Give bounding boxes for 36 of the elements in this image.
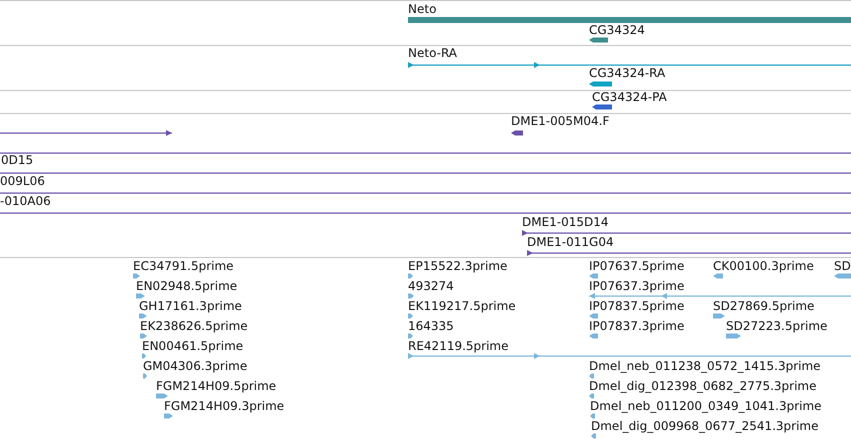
feature-label: 009L06 [0,175,45,188]
feature-label: IP07837.3prime [589,320,684,333]
feature-label: IP07637.3prime [589,280,684,293]
feature-label: DME1-015D14 [522,216,609,229]
feature-label: FGM214H09.5prime [156,380,276,393]
feature-label: EK119217.5prime [408,300,516,313]
feature-label: 493274 [408,280,454,293]
feature-label: SD [834,260,851,273]
feature-label: Dmel_dig_009968_0677_2541.3prime [591,420,819,433]
feature-label: DME1-011G04 [527,236,614,249]
feature-label: CK00100.3prime [713,260,814,273]
feature-label: GH17161.3prime [139,300,242,313]
feature-label: DME1-005M04.F [511,115,610,128]
feature-label: Dmel_neb_011238_0572_1415.3prime [589,360,821,373]
feature-label: 0D15 [1,154,34,167]
feature-label: 164335 [408,320,454,333]
feature-label: FGM214H09.3prime [164,400,284,413]
feature-label: CG34324-PA [592,91,667,104]
feature-label: GM04306.3prime [143,360,248,373]
feature-label: SD27223.5prime [726,320,828,333]
feature-label: CG34324-RA [589,67,666,80]
feature-label: CG34324 [589,24,645,37]
feature-label: EN02948.5prime [136,280,238,293]
feature-label: IP07637.5prime [589,260,684,273]
feature-label: IP07837.5prime [589,300,684,313]
feature-label: EN00461.5prime [142,340,244,353]
feature-label: RE42119.5prime [408,340,508,353]
feature-label: EK238626.5prime [140,320,248,333]
feature-label: Neto-RA [408,47,458,60]
feature-label: Dmel_dig_012398_0682_2775.3prime [589,380,817,393]
feature-label: EP15522.3prime [408,260,508,273]
feature-label: Neto [408,3,436,16]
feature-label: SD27869.5prime [713,300,814,313]
feature-label: -010A06 [0,195,51,208]
feature-label: EC34791.5prime [133,260,234,273]
feature-label: Dmel_neb_011200_0349_1041.3prime [590,400,822,413]
